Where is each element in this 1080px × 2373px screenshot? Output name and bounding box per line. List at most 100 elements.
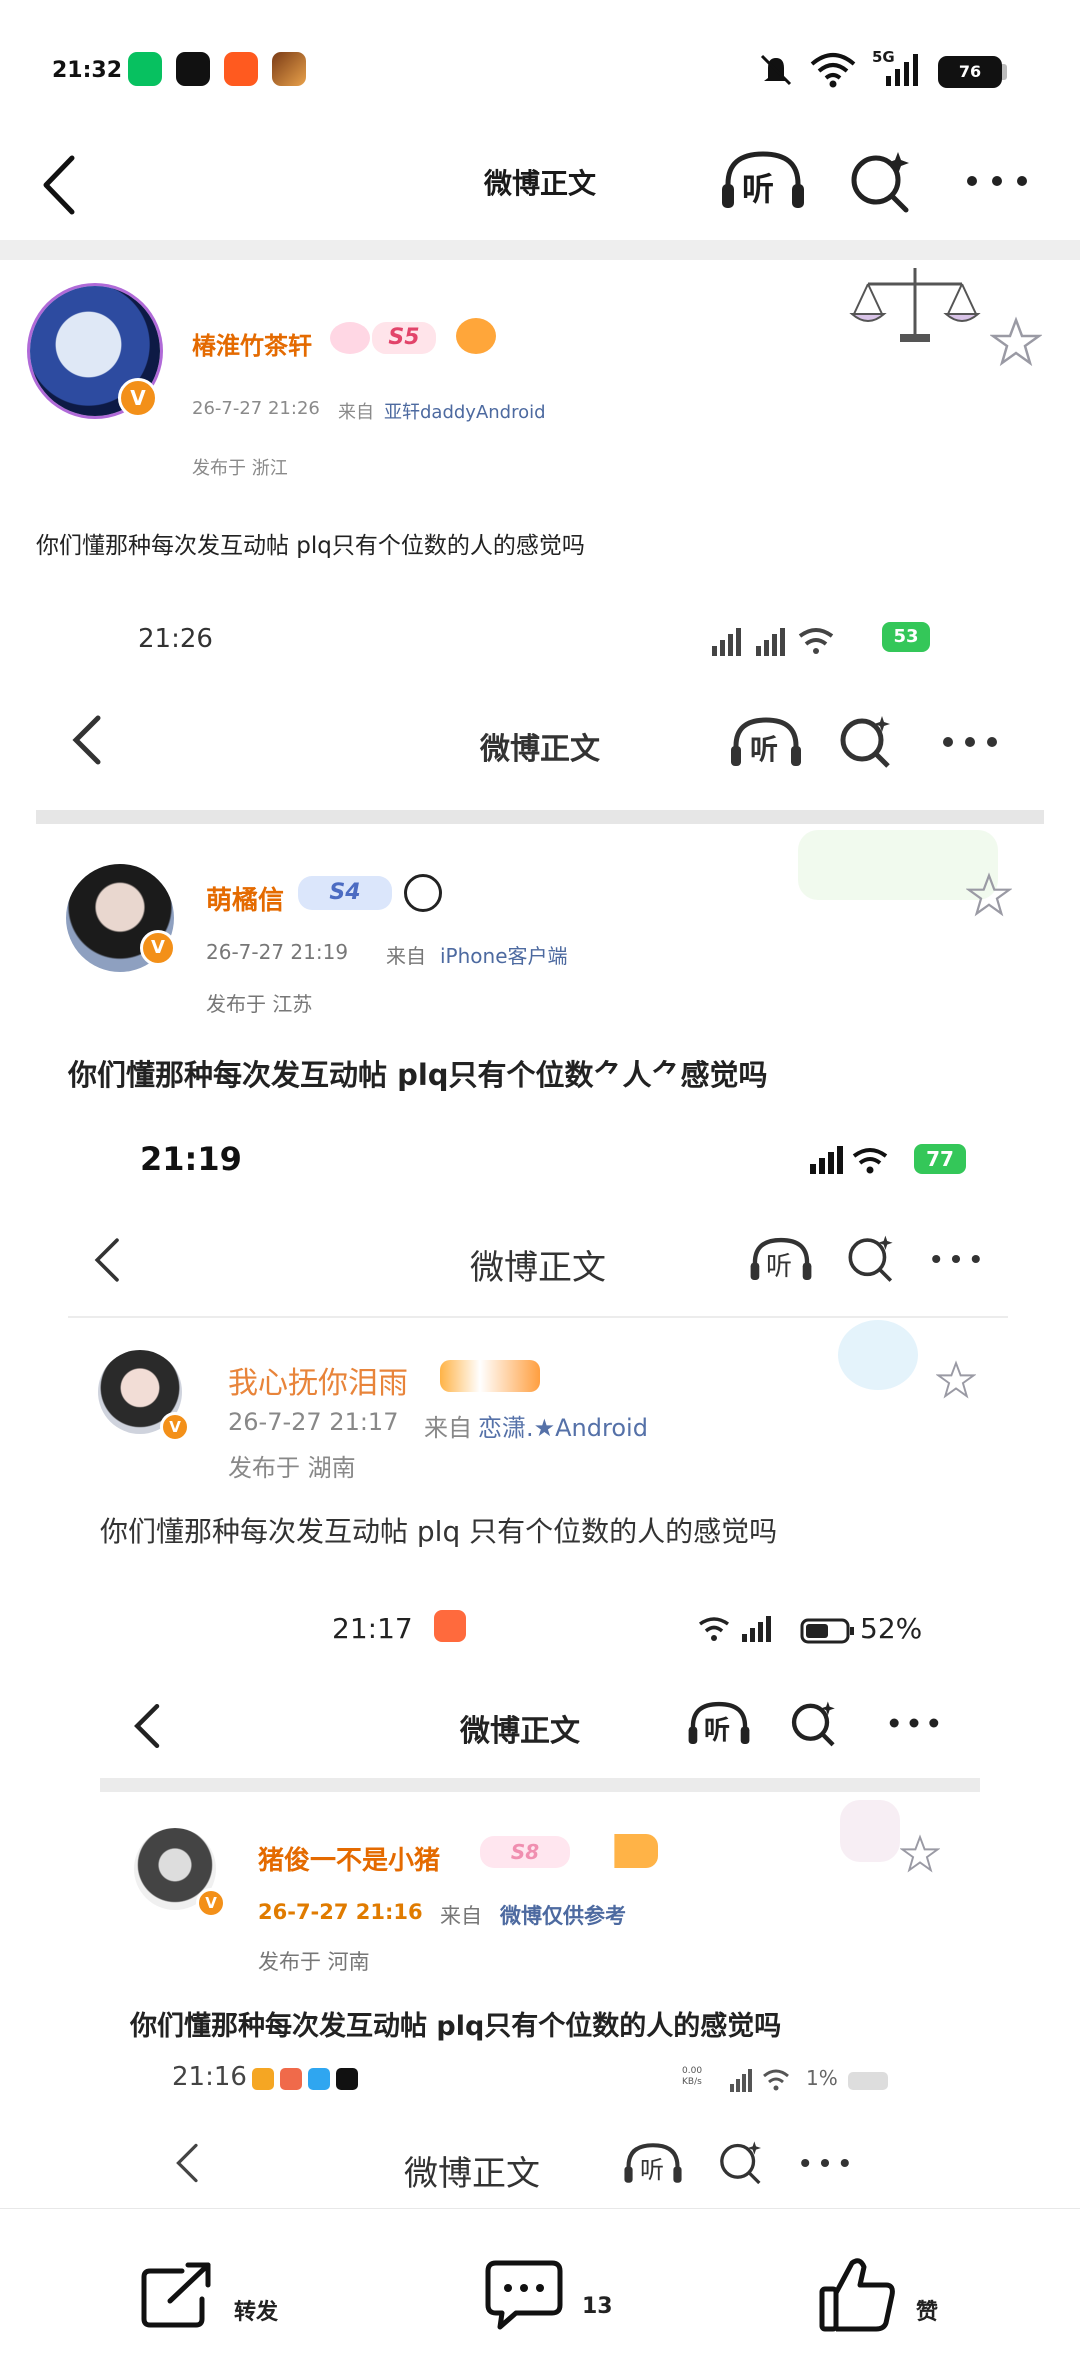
embed3-battery: 52% [860,1612,923,1645]
embed2-verified-badge: V [160,1412,190,1442]
embed2-search-icon [848,1235,893,1282]
embed1-battery: 53 [882,622,930,652]
post-date: 26-7-27 21:26 [192,398,320,419]
embed3-listen-label: 听 [704,1716,731,1746]
embed2-battery: 77 [914,1144,966,1174]
page-title: 微博正文 [483,167,596,200]
bottom-action-bar: 转发 13 赞 [0,2208,1080,2373]
embed3-back-icon [134,1703,160,1749]
member-badge: S5 [330,318,440,358]
post-location: 发布于 浙江 [192,458,288,479]
embed2-title: 微博正文 [470,1248,606,1288]
embed3-level-badge: S8 [480,1836,570,1868]
comment-button[interactable]: 13 [476,2249,646,2339]
search-icon[interactable] [846,148,916,218]
status-time: 21:32 [52,58,123,83]
share-icon [141,2262,211,2328]
embed1-listen-label: 听 [750,733,779,766]
embed3-divider [100,1778,980,1792]
embed3-date: 26-7-27 21:16 [258,1900,423,1924]
embed3-status-time: 21:17 [332,1612,413,1645]
embed3-text: 你们懂那种每次发互动帖 plq只有个位数的人的感觉吗 [130,2011,782,2042]
embed3-location: 发布于 河南 [258,1950,370,1974]
embed1-status-time: 21:26 [138,624,213,654]
game-app-icon [272,52,306,86]
embed2-emoji-badges [440,1360,540,1392]
kuaishou-icon [224,52,258,86]
favorite-star-icon[interactable] [990,316,1042,368]
embed1-level-badge: S4 [298,876,392,910]
embed2-listen-label: 听 [766,1252,793,1282]
embed1-divider [36,810,1044,824]
embed4-back-icon [176,2143,198,2183]
embed1-listen: 听 [728,714,804,772]
post-source[interactable]: 亚轩daddyAndroid [384,398,546,424]
signal-icon [886,54,918,86]
embed4-listen-label: 听 [640,2156,664,2184]
embed2-author: 我心抚你泪雨 [228,1366,408,1401]
embed3-emoji-badges [578,1834,658,1868]
embed2-signal-icon [810,1146,888,1174]
embed1-location: 发布于 江苏 [206,992,313,1016]
embed4-net-speed: 0.00 KB/s [682,2066,703,2087]
embed1-back-icon [72,715,101,765]
embed4-signal-icon [730,2069,789,2092]
embed3-source: 微博仅供参考 [500,1904,626,1928]
repost-label: 转发 [234,2300,279,2325]
battery-level: 76 [938,56,1002,88]
level-badge: S5 [372,322,436,354]
embed3-source-prefix: 来自 [440,1904,482,1928]
tiktok-icon [176,52,210,86]
embed4-battery: 1% [806,2066,838,2090]
listen-button[interactable]: 听 [718,146,808,216]
embed2-location: 发布于 湖南 [228,1454,356,1482]
embed3-title: 微博正文 [460,1714,580,1749]
embed4-battery-icon [848,2072,888,2090]
repost-button[interactable]: 转发 [130,2249,300,2339]
embed1-title: 微博正文 [480,732,600,767]
embed2-text: 你们懂那种每次发互动帖 plq 只有个位数的人的感觉吗 [100,1515,778,1548]
embed4-app-icon-3 [308,2068,330,2090]
thumbs-up-icon [819,2258,895,2332]
embedded-screenshot-4: 21:16 0.00 KB/s 1% 微博正文 听 [172,2062,980,2210]
embed2-divider [68,1316,1008,1318]
like-button[interactable]: 赞 [810,2249,980,2339]
listen-label: 听 [742,170,775,208]
embed3-search-icon [791,1701,835,1747]
embed4-app-icon-1 [252,2068,274,2090]
author-name[interactable]: 椿淮竹茶轩 [192,326,312,361]
embed3-signal-icon [698,1616,771,1642]
embed4-app-icon-4 [336,2068,358,2090]
embed2-listen: 听 [748,1234,814,1286]
embed1-verified-badge: V [140,930,176,966]
comment-count: 13 [582,2294,613,2319]
libra-decoration-icon [849,268,981,342]
status-bar: 21:32 5G 76 [0,0,1080,140]
top-nav-bar: 微博正文 听 [0,140,1080,236]
wifi-icon [810,53,856,88]
embed2-date: 26-7-27 21:17 [228,1408,399,1436]
embed1-source-prefix: 来自 [386,944,426,968]
embed1-search-icon [840,716,890,768]
embed4-more-icon [801,2158,849,2168]
back-icon[interactable] [36,150,86,220]
embed4-title: 微博正文 [404,2154,540,2194]
embed1-author: 萌橘信 [206,886,285,916]
embed4-search-icon [720,2141,761,2185]
embed3-battery-icon [800,1618,854,1644]
more-options-button[interactable] [962,166,1032,196]
embedded-screenshot-3[interactable]: 21:17 52% 微博正文 听 V 猪俊一不是小猪 S8 26-7-27 21… [100,1610,980,2210]
embed1-date: 26-7-27 21:19 [206,940,349,964]
embed1-star-icon [966,872,1012,917]
embed1-source: iPhone客户端 [440,944,568,968]
embed4-app-icon-2 [280,2068,302,2090]
like-label: 赞 [916,2300,939,2325]
embed2-star-icon [936,1360,976,1399]
embed3-star-icon [900,1834,940,1873]
header-divider [0,240,1080,260]
battery-nub [1002,64,1007,80]
embed2-status-time: 21:19 [140,1140,242,1178]
source-prefix: 来自 [338,402,374,423]
embed2-more-icon [932,1254,980,1264]
embed1-text: 你们懂那种每次发互动帖 plq只有个位数⺈人⺈感觉吗 [68,1058,768,1092]
